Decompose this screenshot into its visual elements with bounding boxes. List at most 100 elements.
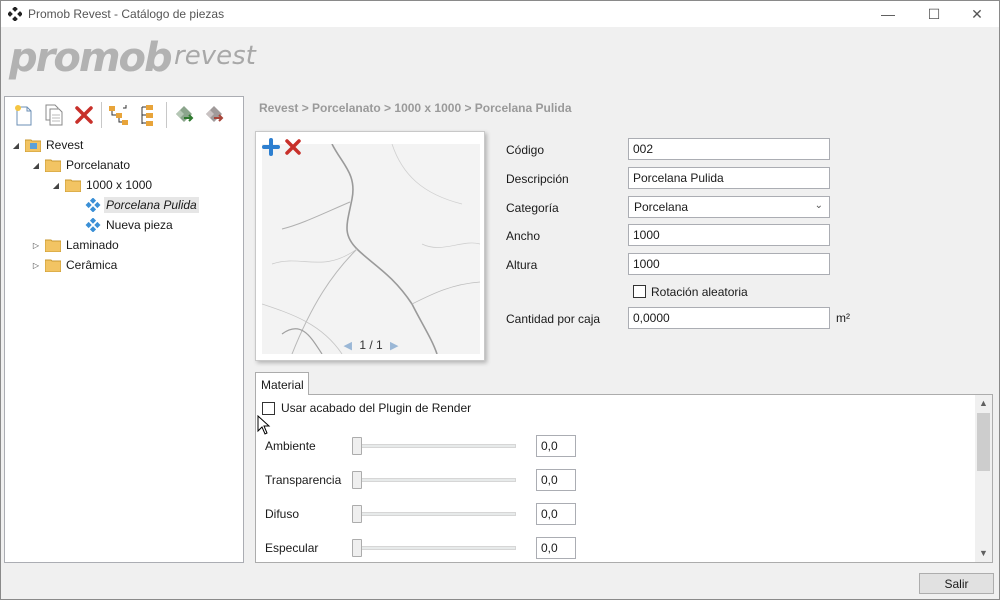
difuso-field[interactable]: 0,0 [536,503,576,525]
categoria-label: Categoría [506,201,559,215]
new-item-icon [15,105,32,126]
tree-node-porcelanato[interactable]: ◢ Porcelanato [31,155,132,175]
especular-label: Especular [265,541,319,555]
tree-label: Porcelanato [66,158,131,172]
rotacion-checkbox[interactable] [633,285,646,298]
window-title: Promob Revest - Catálogo de piezas [28,7,225,21]
expand-tree-button[interactable] [106,102,132,128]
app-logo-icon [8,7,22,21]
ancho-field[interactable]: 1000 [628,224,830,246]
logo-product: revest [174,41,256,71]
categoria-value: Porcelana [634,200,689,214]
tree-label: Laminado [66,238,119,252]
image-pager: ◀ 1 / 1 ▶ [256,338,486,352]
plugin-render-checkbox[interactable] [262,402,275,415]
collapse-arrow-icon[interactable]: ◢ [51,180,61,190]
new-item-button[interactable] [11,102,37,128]
tree-node-ceramica[interactable]: ▷ Cerâmica [31,255,119,275]
toolbar-separator [166,102,167,128]
texture-preview: ◀ 1 / 1 ▶ [255,131,485,361]
tree-node-size-folder[interactable]: ◢ 1000 x 1000 [51,175,154,195]
transparencia-label: Transparencia [265,473,342,487]
folder-icon [65,179,81,192]
export-icon [206,106,224,122]
import-button[interactable] [171,102,197,128]
codigo-label: Código [506,143,545,157]
prev-image-button[interactable]: ◀ [344,340,352,352]
close-button[interactable]: ✕ [954,1,1000,27]
import-icon [176,106,194,122]
maximize-button[interactable]: ☐ [911,1,957,27]
mouse-cursor-icon [257,415,271,435]
altura-label: Altura [506,258,538,272]
catalog-folder-icon [25,139,41,152]
app-window: Promob Revest - Catálogo de piezas — ☐ ✕… [0,0,1000,600]
folder-icon [45,239,61,252]
collapse-arrow-icon[interactable]: ◢ [11,140,21,150]
collapse-arrow-icon[interactable]: ◢ [31,160,41,170]
toolbar-separator [101,102,102,128]
title-bar: Promob Revest - Catálogo de piezas — ☐ ✕ [1,1,999,27]
tree-node-porcelana-pulida[interactable]: Porcelana Pulida [85,195,199,215]
chevron-down-icon: ⌄ [814,200,823,211]
next-image-button[interactable]: ▶ [390,340,398,352]
folder-icon [45,159,61,172]
tree-label: Revest [46,138,84,152]
categoria-select[interactable]: Porcelana ⌄ [628,196,830,218]
copy-button[interactable] [41,102,67,128]
descripcion-label: Descripción [506,172,569,186]
expand-arrow-icon[interactable]: ▷ [31,260,41,270]
especular-slider-thumb[interactable] [352,539,362,557]
especular-field[interactable]: 0,0 [536,537,576,559]
scroll-up-icon[interactable]: ▲ [975,395,992,412]
tree-list-icon [141,105,153,126]
difuso-label: Difuso [265,507,300,521]
expand-arrow-icon[interactable]: ▷ [31,240,41,250]
material-scrollbar[interactable]: ▲ ▼ [975,395,992,562]
codigo-field[interactable]: 002 [628,138,830,160]
marble-texture-image [262,144,480,354]
ambiente-field[interactable]: 0,0 [536,435,576,457]
transparencia-slider-track[interactable] [356,478,516,482]
tree-node-laminado[interactable]: ▷ Laminado [31,235,121,255]
delete-icon [75,106,93,124]
tree-label: 1000 x 1000 [86,178,153,192]
scrollbar-thumb[interactable] [977,413,990,471]
tree-toolbar [11,102,231,128]
tab-material[interactable]: Material [255,372,309,395]
rotacion-label: Rotación aleatoria [651,285,748,299]
tree-label: Cerâmica [66,258,118,272]
export-button[interactable] [201,102,227,128]
altura-field[interactable]: 1000 [628,253,830,275]
catalog-tree-panel: ◢ Revest ◢ Porcelanato ◢ 1000 x 1000 Por… [4,96,244,563]
ambiente-slider-thumb[interactable] [352,437,362,455]
tree-label: Porcelana Pulida [104,197,199,213]
tree-expand-icon [109,105,128,125]
ambiente-slider-track[interactable] [356,444,516,448]
breadcrumb: Revest > Porcelanato > 1000 x 1000 > Por… [259,101,572,115]
page-indicator: 1 / 1 [359,338,383,352]
minimize-button[interactable]: — [865,1,911,27]
difuso-slider-thumb[interactable] [352,505,362,523]
add-image-icon[interactable] [262,138,280,156]
collapse-tree-button[interactable] [136,102,162,128]
delete-button[interactable] [71,102,97,128]
ambiente-label: Ambiente [265,439,316,453]
tree-node-revest[interactable]: ◢ Revest [11,135,85,155]
copy-icon [45,104,63,126]
tile-piece-icon [85,218,101,232]
difuso-slider-track[interactable] [356,512,516,516]
transparencia-slider-thumb[interactable] [352,471,362,489]
descripcion-field[interactable]: Porcelana Pulida [628,167,830,189]
transparencia-field[interactable]: 0,0 [536,469,576,491]
folder-icon [45,259,61,272]
exit-button[interactable]: Salir [919,573,994,594]
cantidad-unit: m² [836,311,850,325]
especular-slider-track[interactable] [356,546,516,550]
material-panel: Usar acabado del Plugin de Render Ambien… [255,394,993,563]
tree-node-nueva-pieza[interactable]: Nueva pieza [85,215,175,235]
scroll-down-icon[interactable]: ▼ [975,545,992,562]
cantidad-field[interactable]: 0,0000 [628,307,830,329]
remove-image-icon[interactable] [284,138,302,156]
logo-brand: promob [9,35,173,81]
